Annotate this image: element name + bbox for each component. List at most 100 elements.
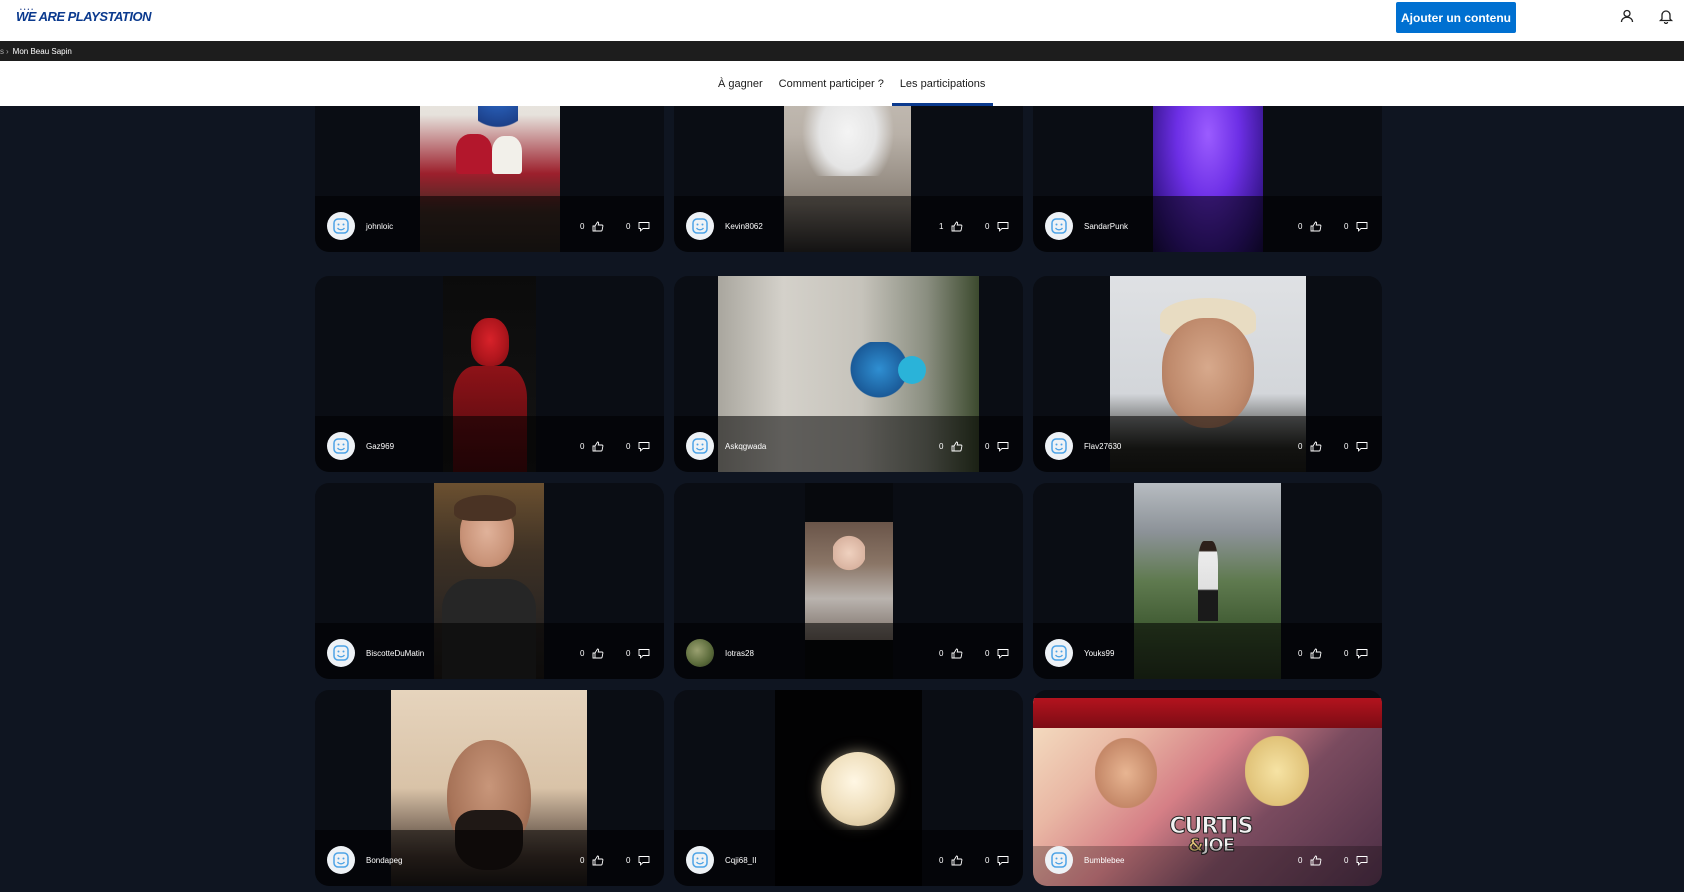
comments-stat[interactable]: 0: [626, 441, 650, 452]
comments-count: 0: [626, 222, 631, 231]
comment-icon: [998, 442, 1009, 452]
likes-count: 1: [939, 222, 944, 231]
robot-avatar-icon: [686, 846, 714, 874]
robot-avatar-icon: [327, 846, 355, 874]
likes-stat[interactable]: 0: [580, 441, 604, 452]
likes-stat[interactable]: 0: [580, 648, 604, 659]
tab-les-participations[interactable]: Les participations: [891, 61, 994, 106]
comment-icon: [998, 856, 1009, 866]
entry-card[interactable]: Bondapeg 0 0: [315, 690, 664, 886]
participations-grid: johnloic 0 0 Kevin8062 1 0 SandarPunk 0 …: [315, 106, 1383, 892]
comments-stat[interactable]: 0: [1344, 221, 1368, 232]
comments-stat[interactable]: 0: [985, 441, 1009, 452]
robot-avatar-icon: [1045, 212, 1073, 240]
entry-card[interactable]: BiscotteDuMatin 0 0: [315, 483, 664, 679]
thumbs-up-icon: [1311, 855, 1322, 866]
comment-icon: [998, 649, 1009, 659]
comments-count: 0: [626, 856, 631, 865]
entry-username[interactable]: Bondapeg: [366, 856, 402, 865]
comment-icon: [639, 442, 650, 452]
breadcrumb-current: Mon Beau Sapin: [12, 46, 72, 56]
entry-card[interactable]: Cqji68_II 0 0: [674, 690, 1023, 886]
comments-stat[interactable]: 0: [985, 648, 1009, 659]
entry-username[interactable]: BiscotteDuMatin: [366, 649, 424, 658]
comments-count: 0: [985, 222, 990, 231]
entry-username[interactable]: SandarPunk: [1084, 222, 1128, 231]
likes-stat[interactable]: 0: [939, 648, 963, 659]
entry-card[interactable]: Askqgwada 0 0: [674, 276, 1023, 472]
entry-username[interactable]: Kevin8062: [725, 222, 763, 231]
breadcrumb-prev[interactable]: s: [0, 47, 4, 56]
comments-stat[interactable]: 0: [1344, 648, 1368, 659]
entry-card[interactable]: SandarPunk 0 0: [1033, 106, 1382, 252]
thumbs-up-icon: [1311, 648, 1322, 659]
comments-stat[interactable]: 0: [626, 855, 650, 866]
comment-icon: [998, 222, 1009, 232]
comments-stat[interactable]: 0: [1344, 441, 1368, 452]
likes-count: 0: [1298, 649, 1303, 658]
thumbs-up-icon: [593, 855, 604, 866]
entry-card[interactable]: johnloic 0 0: [315, 106, 664, 252]
entry-username[interactable]: Cqji68_II: [725, 856, 757, 865]
comments-stat[interactable]: 0: [1344, 855, 1368, 866]
comment-icon: [639, 856, 650, 866]
robot-avatar-icon: [327, 432, 355, 460]
likes-count: 0: [939, 649, 944, 658]
likes-stat[interactable]: 0: [1298, 648, 1322, 659]
photo-avatar: [686, 639, 714, 667]
likes-count: 0: [1298, 222, 1303, 231]
likes-count: 0: [580, 442, 585, 451]
entry-username[interactable]: Flav27630: [1084, 442, 1121, 451]
likes-stat[interactable]: 0: [1298, 221, 1322, 232]
tab-comment-participer[interactable]: Comment participer ?: [771, 61, 892, 106]
entry-username[interactable]: Askqgwada: [725, 442, 766, 451]
bell-icon[interactable]: [1658, 8, 1674, 24]
comment-icon: [1357, 442, 1368, 452]
comment-icon: [1357, 222, 1368, 232]
entry-username[interactable]: Iotras28: [725, 649, 754, 658]
robot-avatar-icon: [327, 639, 355, 667]
entry-card[interactable]: Iotras28 0 0: [674, 483, 1023, 679]
entry-username[interactable]: johnloic: [366, 222, 393, 231]
comment-icon: [1357, 856, 1368, 866]
entry-card[interactable]: Youks99 0 0: [1033, 483, 1382, 679]
likes-stat[interactable]: 0: [580, 855, 604, 866]
comments-stat[interactable]: 0: [626, 648, 650, 659]
entry-info-bar: [1033, 846, 1382, 886]
entry-username[interactable]: Youks99: [1084, 649, 1114, 658]
logo-text: WE ARE PLAYSTATION: [16, 9, 151, 24]
robot-avatar-icon: [1045, 639, 1073, 667]
comments-count: 0: [985, 856, 990, 865]
entry-username[interactable]: Bumblebee: [1084, 856, 1124, 865]
comment-icon: [639, 649, 650, 659]
comments-count: 0: [626, 649, 631, 658]
thumbs-up-icon: [952, 855, 963, 866]
comments-stat[interactable]: 0: [626, 221, 650, 232]
likes-stat[interactable]: 0: [939, 441, 963, 452]
thumbs-up-icon: [593, 648, 604, 659]
robot-avatar-icon: [1045, 846, 1073, 874]
comments-count: 0: [985, 649, 990, 658]
comments-stat[interactable]: 0: [985, 855, 1009, 866]
entry-card[interactable]: Gaz969 0 0: [315, 276, 664, 472]
robot-avatar-icon: [1045, 432, 1073, 460]
likes-stat[interactable]: 0: [580, 221, 604, 232]
entry-card[interactable]: Flav27630 0 0: [1033, 276, 1382, 472]
user-icon[interactable]: [1619, 8, 1635, 24]
likes-stat[interactable]: 0: [939, 855, 963, 866]
entry-username[interactable]: Gaz969: [366, 442, 394, 451]
entry-card[interactable]: Kevin8062 1 0: [674, 106, 1023, 252]
likes-count: 0: [1298, 856, 1303, 865]
likes-stat[interactable]: 0: [1298, 855, 1322, 866]
likes-stat[interactable]: 0: [1298, 441, 1322, 452]
comment-icon: [639, 222, 650, 232]
tab-a-gagner[interactable]: À gagner: [710, 61, 771, 106]
comments-count: 0: [1344, 222, 1349, 231]
entry-card[interactable]: CURTIS &JOE Bumblebee 0 0: [1033, 690, 1382, 886]
comments-count: 0: [626, 442, 631, 451]
add-content-button[interactable]: Ajouter un contenu: [1396, 2, 1516, 33]
comments-count: 0: [1344, 856, 1349, 865]
comments-stat[interactable]: 0: [985, 221, 1009, 232]
robot-avatar-icon: [327, 212, 355, 240]
likes-stat[interactable]: 1: [939, 221, 963, 232]
